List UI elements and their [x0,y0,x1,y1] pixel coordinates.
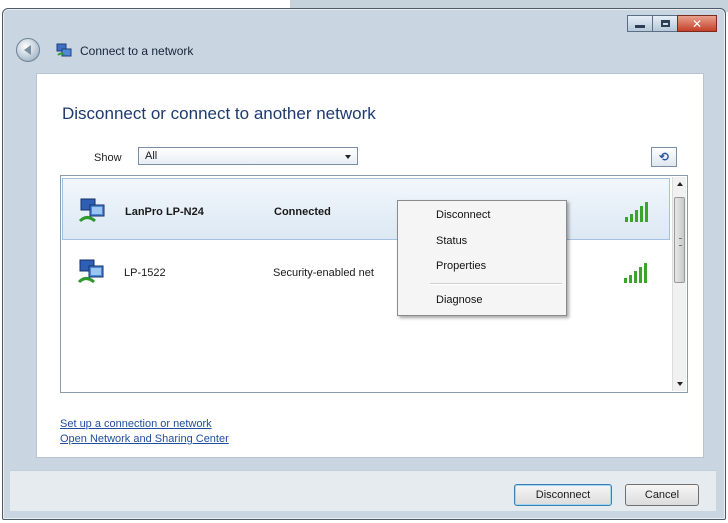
maximize-button[interactable] [652,15,678,32]
caption-buttons: ✕ [627,15,717,32]
page-heading: Disconnect or connect to another network [62,104,376,123]
menu-item-diagnose[interactable]: Diagnose [436,294,482,306]
network-icon [56,43,72,57]
signal-strength-icon [624,263,647,283]
network-status: Security-enabled net [273,267,374,279]
cancel-button[interactable]: Cancel [625,484,699,506]
show-label: Show [94,152,122,164]
network-row[interactable]: LanPro LP-N24 Connected [62,178,670,240]
arrow-up-icon [676,182,683,186]
network-adapter-icon [77,259,104,284]
close-icon: ✕ [691,16,703,31]
disconnect-button[interactable]: Disconnect [514,484,612,506]
sharing-center-link[interactable]: Open Network and Sharing Center [60,433,229,445]
back-button[interactable] [16,38,40,62]
menu-separator [430,283,562,285]
scroll-up-button[interactable] [673,177,686,191]
show-filter-value: All [145,150,158,162]
window-title: Connect to a network [80,44,194,58]
menu-item-properties[interactable]: Properties [436,260,486,272]
minimize-icon [635,24,645,28]
network-name: LP-1522 [124,267,166,279]
signal-strength-icon [625,202,648,222]
scroll-thumb[interactable] [674,197,685,283]
network-status: Connected [274,206,331,218]
minimize-button[interactable] [627,15,653,32]
network-list: LanPro LP-N24 Connected LP-1522 Security… [60,175,688,393]
chevron-down-icon [345,155,351,159]
vertical-scrollbar[interactable] [672,177,686,391]
scroll-down-button[interactable] [673,377,686,391]
network-row[interactable]: LP-1522 Security-enabled net [62,240,670,302]
grip-icon [679,238,682,246]
show-filter-dropdown[interactable]: All [138,147,358,165]
refresh-button[interactable]: ⟲ [651,147,677,167]
maximize-icon [660,20,670,27]
network-adapter-icon [78,198,105,223]
setup-connection-link[interactable]: Set up a connection or network [60,418,212,430]
back-icon [23,45,31,55]
menu-item-status[interactable]: Status [436,235,467,247]
context-menu: Disconnect Status Properties Diagnose [397,200,567,316]
arrow-down-icon [676,382,683,386]
menu-item-disconnect[interactable]: Disconnect [436,209,490,221]
close-button[interactable]: ✕ [677,15,717,32]
network-name: LanPro LP-N24 [125,206,204,218]
refresh-icon: ⟲ [658,150,670,164]
